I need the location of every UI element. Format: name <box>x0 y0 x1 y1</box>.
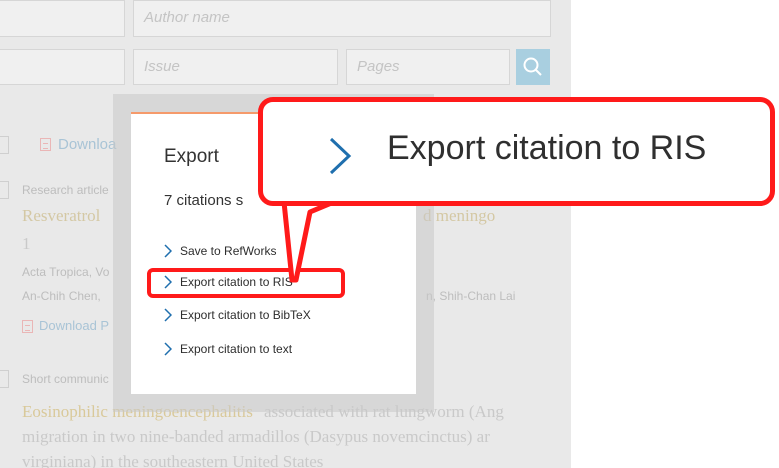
author-name-input[interactable]: Author name <box>133 0 551 37</box>
chevron-right-icon <box>164 308 172 322</box>
article-title[interactable]: Eosinophilic meningoencephalitis <box>22 402 253 422</box>
chevron-right-icon <box>329 137 352 175</box>
article-title-tail[interactable]: d meningo <box>423 206 495 226</box>
article-authors: An-Chih Chen, <box>22 289 101 303</box>
issue-input[interactable]: Issue <box>133 49 338 85</box>
pdf-icon <box>22 320 33 333</box>
chevron-right-icon <box>164 342 172 356</box>
export-title: Export <box>164 146 219 167</box>
article-title-line3: virginiana) in the southeastern United S… <box>22 452 324 468</box>
download-pdf-link[interactable]: Download P <box>39 318 109 333</box>
search-field-left-bottom[interactable] <box>0 49 125 85</box>
article-title-line2: migration in two nine-banded armadillos … <box>22 427 490 446</box>
article-title-line2: 1 <box>22 234 31 253</box>
result-checkbox[interactable] <box>0 181 9 199</box>
chevron-right-icon <box>164 244 172 258</box>
citations-selected-text: 7 citations s <box>164 192 244 209</box>
callout-pointer <box>281 200 340 283</box>
article-type: Research article <box>22 183 109 197</box>
export-bibtex-link[interactable]: Export citation to BibTeX <box>164 307 311 327</box>
result-checkbox[interactable] <box>0 370 9 388</box>
pages-input[interactable]: Pages <box>346 49 510 85</box>
search-field-left-top[interactable] <box>0 0 125 37</box>
article-title[interactable]: Resveratrol <box>22 206 100 226</box>
menu-item-label: Export citation to text <box>180 341 293 356</box>
article-journal: Acta Tropica, Vo <box>22 265 110 279</box>
article-type: Short communic <box>22 372 109 386</box>
download-pdf-link[interactable]: Downloa <box>58 136 116 153</box>
result-checkbox[interactable] <box>0 136 9 154</box>
menu-item-label: Export citation to BibTeX <box>180 307 311 322</box>
save-to-refworks-link[interactable]: Save to RefWorks <box>164 243 276 263</box>
menu-item-label: Save to RefWorks <box>180 243 277 258</box>
search-button[interactable] <box>516 49 550 85</box>
article-authors-tail: n, Shih-Chan Lai <box>426 289 516 303</box>
callout-label: Export citation to RIS <box>387 129 707 167</box>
pdf-icon <box>40 138 51 151</box>
article-title-cont[interactable]: associated with rat lungworm (Ang <box>264 402 504 422</box>
search-icon <box>523 57 542 76</box>
export-text-link[interactable]: Export citation to text <box>164 341 292 361</box>
